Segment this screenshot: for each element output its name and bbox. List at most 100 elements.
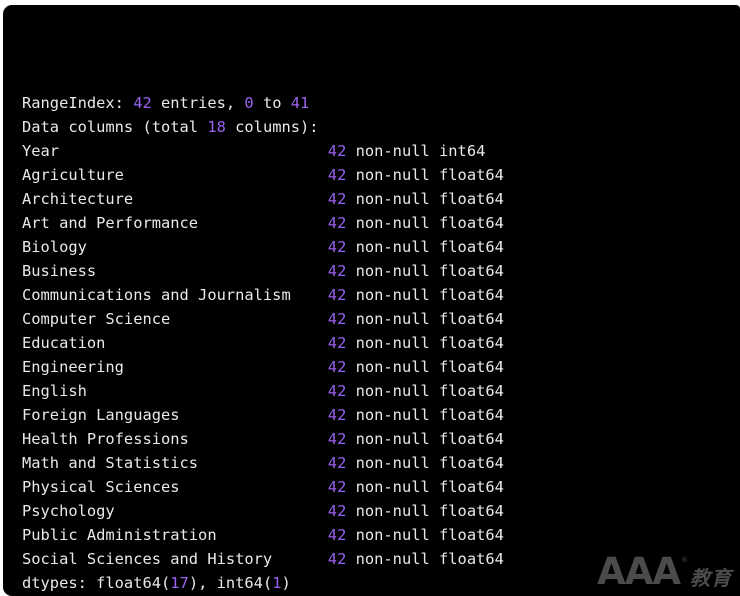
text-token: entries, [151, 94, 245, 112]
column-name: Computer Science [22, 310, 171, 328]
column-nonnull-count: 42 [327, 142, 347, 160]
screen-root: RangeIndex: 42 entries, 0 to 41 Data colu… [0, 0, 740, 596]
column-info-row: Biology 42 non-null float64 [22, 235, 740, 259]
column-dtype: float64 [439, 166, 504, 184]
text-token: dtypes: float64( [22, 574, 171, 592]
column-dtype: float64 [439, 358, 504, 376]
column-nonnull-label: non-null [346, 382, 440, 400]
column-info-row: Agriculture 42 non-null float64 [22, 163, 740, 187]
column-info-row: Public Administration 42 non-null float6… [22, 523, 740, 547]
numeric-token: 17 [170, 574, 189, 592]
column-nonnull-count: 42 [327, 526, 347, 544]
column-nonnull-count: 42 [327, 310, 347, 328]
column-name: Art and Performance [22, 214, 199, 232]
column-info-row: Psychology 42 non-null float64 [22, 499, 740, 523]
column-gap [87, 238, 328, 256]
column-info-row: Foreign Languages 42 non-null float64 [22, 403, 740, 427]
column-info-row: Art and Performance 42 non-null float64 [22, 211, 740, 235]
column-name: Education [22, 334, 106, 352]
column-info-row: Communications and Journalism 42 non-nul… [22, 283, 740, 307]
column-nonnull-label: non-null [346, 310, 440, 328]
column-nonnull-label: non-null [346, 526, 440, 544]
column-nonnull-count: 42 [327, 550, 347, 568]
column-name: Physical Sciences [22, 478, 180, 496]
column-dtype: float64 [439, 382, 504, 400]
column-nonnull-label: non-null [346, 238, 440, 256]
column-nonnull-label: non-null [346, 406, 440, 424]
column-name: Health Professions [22, 430, 189, 448]
column-info-row: Architecture 42 non-null float64 [22, 187, 740, 211]
column-dtype: float64 [439, 238, 504, 256]
column-gap [189, 430, 328, 448]
column-nonnull-count: 42 [327, 430, 347, 448]
column-gap [217, 526, 328, 544]
column-name: Biology [22, 238, 87, 256]
text-token: ), int64( [188, 574, 273, 592]
numeric-token: 0 [244, 94, 254, 112]
column-dtype: float64 [439, 430, 504, 448]
column-name: Year [22, 142, 60, 160]
column-name: Communications and Journalism [22, 286, 291, 304]
column-nonnull-count: 42 [327, 214, 347, 232]
column-nonnull-label: non-null [346, 190, 440, 208]
column-nonnull-count: 42 [327, 502, 347, 520]
column-info-row: Health Professions 42 non-null float64 [22, 427, 740, 451]
column-info-row: Year 42 non-null int64 [22, 139, 740, 163]
column-info-row: Physical Sciences 42 non-null float64 [22, 475, 740, 499]
column-name: Business [22, 262, 97, 280]
text-token: to [253, 94, 291, 112]
column-dtype: float64 [439, 310, 504, 328]
column-gap [96, 262, 328, 280]
column-name: Architecture [22, 190, 134, 208]
column-dtype: float64 [439, 478, 504, 496]
column-name: Social Sciences and History [22, 550, 273, 568]
column-nonnull-count: 42 [327, 454, 347, 472]
column-name: Public Administration [22, 526, 217, 544]
column-nonnull-count: 42 [327, 286, 347, 304]
column-dtype: float64 [439, 406, 504, 424]
column-dtype: float64 [439, 190, 504, 208]
column-gap [124, 358, 328, 376]
column-nonnull-count: 42 [327, 238, 347, 256]
column-info-row: Computer Science 42 non-null float64 [22, 307, 740, 331]
column-nonnull-count: 42 [327, 358, 347, 376]
column-nonnull-label: non-null [346, 358, 440, 376]
console-output-text: RangeIndex: 42 entries, 0 to 41 Data colu… [22, 19, 740, 596]
numeric-token: 1 [272, 574, 282, 592]
column-nonnull-label: non-null [346, 502, 440, 520]
column-nonnull-count: 42 [327, 166, 347, 184]
column-name: Agriculture [22, 166, 124, 184]
column-gap [59, 142, 328, 160]
column-gap [272, 550, 328, 568]
column-info-row: Business 42 non-null float64 [22, 259, 740, 283]
column-nonnull-label: non-null [346, 262, 440, 280]
column-info-row: Engineering 42 non-null float64 [22, 355, 740, 379]
column-nonnull-count: 42 [327, 478, 347, 496]
column-dtype: float64 [439, 550, 504, 568]
text-token: columns): [225, 118, 319, 136]
column-nonnull-count: 42 [327, 382, 347, 400]
console-footer-line: dtypes: float64(17), int64(1) [22, 571, 740, 595]
column-info-row: Math and Statistics 42 non-null float64 [22, 451, 740, 475]
column-nonnull-label: non-null [346, 334, 440, 352]
column-dtype: float64 [439, 502, 504, 520]
console-panel: RangeIndex: 42 entries, 0 to 41 Data colu… [3, 5, 740, 596]
column-gap [180, 478, 328, 496]
numeric-token: 41 [290, 94, 310, 112]
column-gap [105, 334, 327, 352]
column-info-row: Education 42 non-null float64 [22, 331, 740, 355]
column-gap [115, 502, 328, 520]
text-token: ) [281, 574, 291, 592]
column-nonnull-count: 42 [327, 190, 347, 208]
text-token: Data columns (total [22, 118, 208, 136]
column-nonnull-label: non-null [346, 478, 440, 496]
column-dtype: float64 [439, 454, 504, 472]
column-info-row: English 42 non-null float64 [22, 379, 740, 403]
column-name: English [22, 382, 87, 400]
column-gap [87, 382, 328, 400]
column-dtype: float64 [439, 214, 504, 232]
column-nonnull-label: non-null [346, 166, 440, 184]
column-nonnull-label: non-null [346, 454, 440, 472]
numeric-token: 42 [133, 94, 152, 112]
column-name: Engineering [22, 358, 124, 376]
